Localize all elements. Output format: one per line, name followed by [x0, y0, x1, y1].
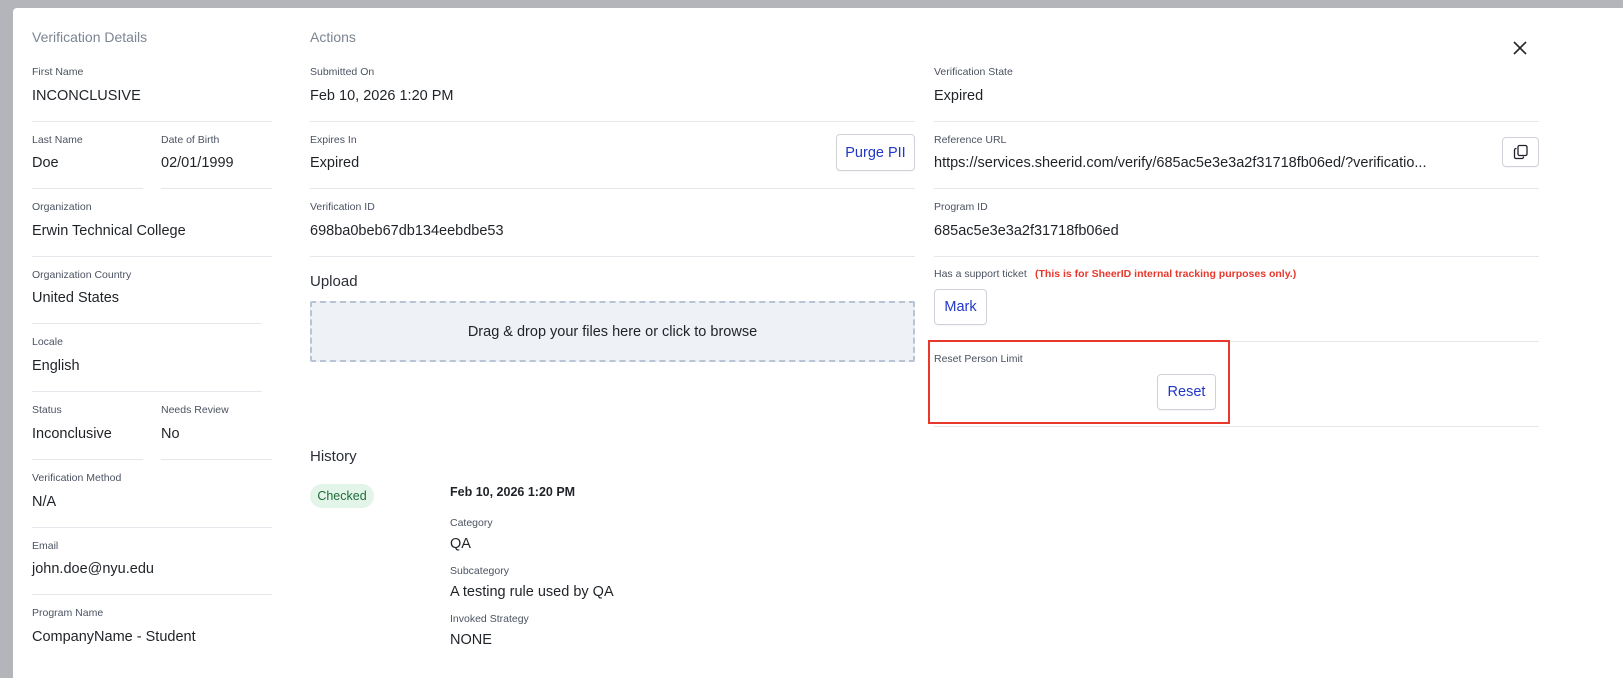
- expires-in-label: Expires In: [310, 134, 357, 146]
- divider: [32, 121, 272, 122]
- verification-state-value: Expired: [934, 88, 984, 104]
- category-label: Category: [450, 517, 493, 529]
- divider: [310, 256, 915, 257]
- divider: [310, 121, 915, 122]
- category-value: QA: [450, 536, 471, 552]
- needs-review-value: No: [161, 426, 180, 442]
- invoked-strategy-label: Invoked Strategy: [450, 613, 529, 625]
- mark-button[interactable]: Mark: [934, 289, 987, 325]
- divider: [32, 256, 272, 257]
- verification-method-value: N/A: [32, 494, 57, 510]
- verification-id-label: Verification ID: [310, 201, 375, 213]
- verification-method-label: Verification Method: [32, 472, 122, 484]
- last-name-value: Doe: [32, 155, 59, 171]
- program-id-label: Program ID: [934, 201, 988, 213]
- reset-person-limit-label: Reset Person Limit: [934, 353, 1023, 365]
- file-dropzone[interactable]: Drag & drop your files here or click to …: [310, 301, 915, 362]
- dob-value: 02/01/1999: [161, 155, 234, 171]
- submitted-on-value: Feb 10, 2026 1:20 PM: [310, 88, 454, 104]
- email-label: Email: [32, 540, 59, 552]
- first-name-value: INCONCLUSIVE: [32, 88, 141, 104]
- locale-label: Locale: [32, 336, 63, 348]
- subcategory-value: A testing rule used by QA: [450, 584, 614, 600]
- divider: [32, 323, 262, 324]
- organization-label: Organization: [32, 201, 92, 213]
- program-name-label: Program Name: [32, 607, 104, 619]
- copy-url-button[interactable]: [1502, 137, 1539, 167]
- status-label: Status: [32, 404, 62, 416]
- program-id-value: 685ac5e3e3a2f31718fb06ed: [934, 223, 1119, 239]
- locale-value: English: [32, 358, 80, 374]
- program-name-value: CompanyName - Student: [32, 629, 196, 645]
- history-date: Feb 10, 2026 1:20 PM: [450, 485, 576, 499]
- divider: [32, 188, 143, 189]
- verification-details-title: Verification Details: [32, 29, 148, 45]
- needs-review-label: Needs Review: [161, 404, 229, 416]
- divider: [934, 256, 1539, 257]
- upload-title: Upload: [310, 273, 358, 290]
- divider: [32, 594, 272, 595]
- divider: [32, 391, 262, 392]
- reset-button[interactable]: Reset: [1157, 374, 1216, 410]
- status-value: Inconclusive: [32, 426, 112, 442]
- divider: [934, 121, 1539, 122]
- internal-tracking-note: (This is for SheerID internal tracking p…: [1035, 268, 1297, 280]
- dropzone-text: Drag & drop your files here or click to …: [467, 323, 758, 340]
- dob-label: Date of Birth: [161, 134, 220, 146]
- subcategory-label: Subcategory: [450, 565, 509, 577]
- divider: [310, 188, 915, 189]
- close-icon[interactable]: [1509, 37, 1531, 59]
- invoked-strategy-value: NONE: [450, 632, 492, 648]
- actions-title: Actions: [310, 29, 356, 45]
- divider: [32, 527, 272, 528]
- verification-modal: Verification Details First Name INCONCLU…: [13, 8, 1623, 678]
- email-value: john.doe@nyu.edu: [32, 561, 154, 577]
- verification-id-value: 698ba0beb67db134eebdbe53: [310, 223, 504, 239]
- support-ticket-label: Has a support ticket: [934, 268, 1027, 280]
- history-title: History: [310, 448, 357, 465]
- last-name-label: Last Name: [32, 134, 83, 146]
- org-country-value: United States: [32, 290, 120, 306]
- first-name-label: First Name: [32, 66, 84, 78]
- divider: [934, 188, 1539, 189]
- verification-state-label: Verification State: [934, 66, 1013, 78]
- org-country-label: Organization Country: [32, 269, 132, 281]
- divider: [32, 459, 143, 460]
- reference-url-value: https://services.sheerid.com/verify/685a…: [934, 155, 1427, 171]
- submitted-on-label: Submitted On: [310, 66, 375, 78]
- expires-in-value: Expired: [310, 155, 360, 171]
- checked-badge: Checked: [310, 484, 374, 508]
- divider: [934, 426, 1539, 427]
- copy-icon: [1513, 144, 1528, 160]
- purge-pii-button[interactable]: Purge PII: [836, 134, 915, 171]
- organization-value: Erwin Technical College: [32, 223, 186, 239]
- divider: [161, 459, 272, 460]
- reference-url-label: Reference URL: [934, 134, 1007, 146]
- divider: [161, 188, 272, 189]
